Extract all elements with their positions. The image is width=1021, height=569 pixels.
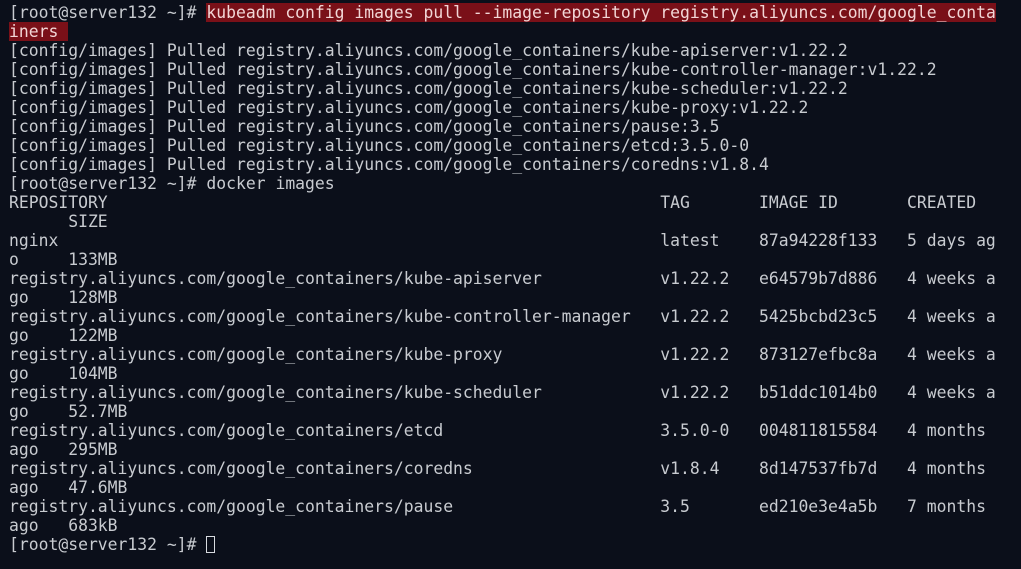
table-row-wrap: ago 47.6MB <box>9 478 128 497</box>
prompt: [root@server132 ~]# <box>9 3 207 22</box>
highlighted-command-wrap: iners <box>9 22 69 41</box>
table-row: nginx latest 87a94228f133 5 days ag <box>9 231 996 250</box>
table-header: REPOSITORY TAG IMAGE ID CREATED <box>9 193 977 212</box>
command-line-1: [root@server132 ~]# kubeadm config image… <box>9 3 1021 22</box>
prompt: [root@server132 ~]# <box>9 535 207 554</box>
prompt: [root@server132 ~]# <box>9 174 207 193</box>
command-line-2: [root@server132 ~]# docker images <box>9 174 1021 193</box>
output-line: [config/images] Pulled registry.aliyuncs… <box>9 98 809 117</box>
table-row: registry.aliyuncs.com/google_containers/… <box>9 345 996 364</box>
output-line: [config/images] Pulled registry.aliyuncs… <box>9 60 937 79</box>
table-header-wrap: SIZE <box>9 212 108 231</box>
table-row-wrap: go 122MB <box>9 326 118 345</box>
table-row-wrap: go 128MB <box>9 288 118 307</box>
table-row: registry.aliyuncs.com/google_containers/… <box>9 497 986 516</box>
highlighted-command: kubeadm config images pull --image-repos… <box>206 3 996 22</box>
table-row: registry.aliyuncs.com/google_containers/… <box>9 459 986 478</box>
table-row: registry.aliyuncs.com/google_containers/… <box>9 307 996 326</box>
table-row-wrap: ago 683kB <box>9 516 118 535</box>
command-line-1-wrap: iners <box>9 22 1021 41</box>
table-row-wrap: go 104MB <box>9 364 118 383</box>
output-line: [config/images] Pulled registry.aliyuncs… <box>9 136 750 155</box>
table-row: registry.aliyuncs.com/google_containers/… <box>9 421 986 440</box>
table-row: registry.aliyuncs.com/google_containers/… <box>9 269 996 288</box>
input-line[interactable]: [root@server132 ~]# <box>9 535 1021 554</box>
table-row-wrap: o 133MB <box>9 250 118 269</box>
cursor[interactable] <box>206 536 216 553</box>
output-line: [config/images] Pulled registry.aliyuncs… <box>9 155 769 174</box>
terminal-window[interactable]: [root@server132 ~]# kubeadm config image… <box>0 0 1021 569</box>
table-row: registry.aliyuncs.com/google_containers/… <box>9 383 996 402</box>
table-row-wrap: go 52.7MB <box>9 402 128 421</box>
output-line: [config/images] Pulled registry.aliyuncs… <box>9 79 848 98</box>
command-text: docker images <box>206 174 335 193</box>
output-line: [config/images] Pulled registry.aliyuncs… <box>9 117 720 136</box>
table-row-wrap: ago 295MB <box>9 440 118 459</box>
output-line: [config/images] Pulled registry.aliyuncs… <box>9 41 848 60</box>
